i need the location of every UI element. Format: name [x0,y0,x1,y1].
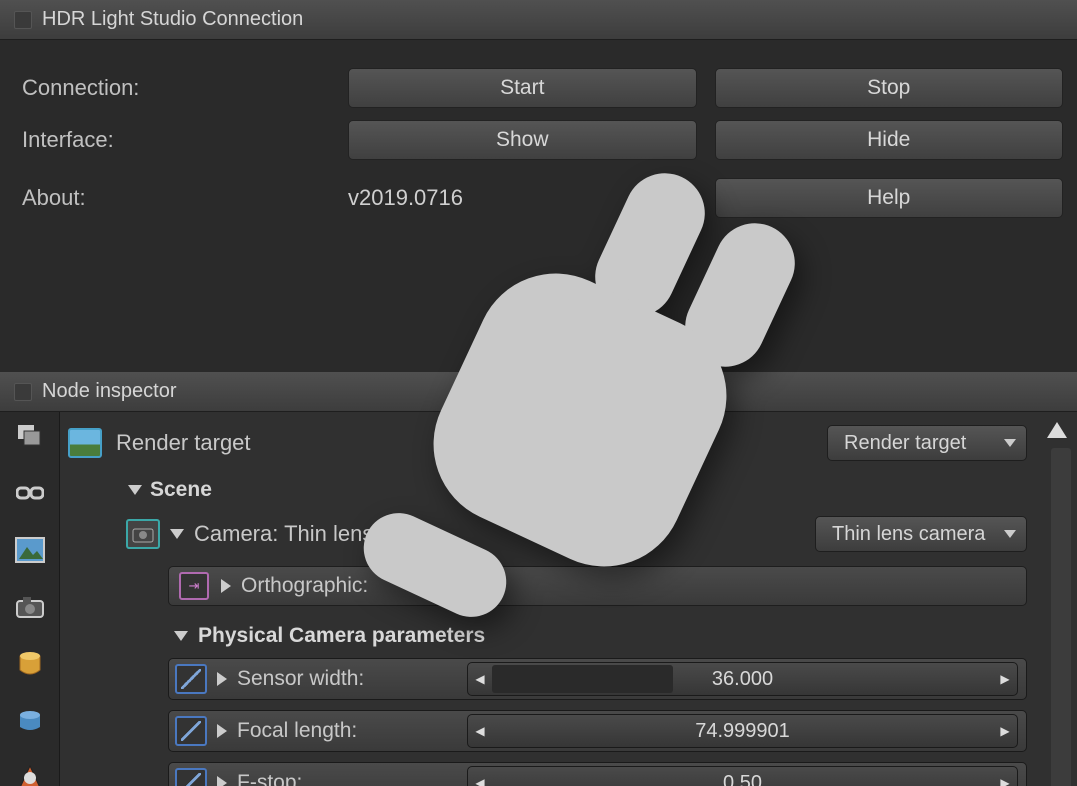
app-root: HDR Light Studio Connection Connection: … [0,0,1077,786]
scene-header[interactable]: Scene [128,478,1067,502]
hdr-panel-checkbox[interactable] [14,11,32,29]
disclosure-right-icon[interactable] [217,672,227,686]
focal-length-spinner[interactable]: 74.999901 [467,714,1018,748]
camera-type-dropdown[interactable]: Thin lens camera [815,516,1027,552]
hdr-panel-title: HDR Light Studio Connection [42,8,303,31]
hide-button[interactable]: Hide [715,120,1064,160]
help-button[interactable]: Help [715,178,1064,218]
scene-section: Scene [128,478,1067,502]
f-stop-spinner[interactable]: 0.50 [467,766,1018,786]
chevron-down-icon [1004,530,1016,538]
scroll-up-icon[interactable] [1047,422,1067,438]
hdr-panel-header: HDR Light Studio Connection [0,0,1077,40]
curve-pin-icon[interactable] [175,716,207,746]
scene-label: Scene [150,478,212,502]
sensor-width-label: Sensor width: [237,667,364,691]
spinner-decrement-icon[interactable] [468,715,492,747]
physical-camera-header[interactable]: Physical Camera parameters [174,624,1067,648]
disclosure-down-icon[interactable] [170,529,184,539]
about-row: About: v2019.0716 Help [22,172,1063,224]
render-target-row: Render target Render target [68,422,1067,464]
inspector-sidebar [0,412,60,786]
inspector-main: Render target Render target Scene [60,412,1077,786]
interface-label: Interface: [22,127,348,153]
spinner-decrement-icon[interactable] [468,767,492,786]
focal-length-value: 74.999901 [492,720,993,743]
spinner-increment-icon[interactable] [993,663,1017,695]
camera-node-icon[interactable] [126,519,160,549]
f-stop-row: F-stop: 0.50 [168,762,1027,786]
spinner-increment-icon[interactable] [993,715,1017,747]
f-stop-label: F-stop: [237,771,302,786]
interface-row: Interface: Show Hide [22,114,1063,166]
spinner-decrement-icon[interactable] [468,663,492,695]
node-inspector-header: Node inspector [0,372,1077,412]
hdr-panel-body: Connection: Start Stop Interface: Show H… [0,40,1077,254]
version-text: v2019.0716 [348,185,697,211]
stack-icon[interactable] [13,422,47,451]
stop-button[interactable]: Stop [715,68,1064,108]
render-target-thumb-icon[interactable] [68,428,102,458]
focal-length-row: Focal length: 74.999901 [168,710,1027,752]
material-icon[interactable] [13,649,47,678]
orthographic-checkbox[interactable] [476,573,502,599]
camera-row: Camera: Thin lens cam Thin lens camera [126,514,1067,554]
curve-pin-icon[interactable] [175,768,207,786]
show-button[interactable]: Show [348,120,697,160]
disclosure-right-icon[interactable] [217,724,227,738]
about-label: About: [22,185,348,211]
node-inspector-title: Node inspector [42,380,177,403]
disclosure-down-icon [128,485,142,495]
node-inspector-panel: Node inspector [0,372,1077,786]
curve-pin-icon[interactable] [175,664,207,694]
render-target-dropdown-value: Render target [844,432,966,455]
disclosure-right-icon[interactable] [217,776,227,786]
f-stop-value: 0.50 [492,772,993,786]
chevron-down-icon [1004,439,1016,447]
camera-label: Camera: Thin lens cam [194,521,805,547]
start-button[interactable]: Start [348,68,697,108]
camera-type-value: Thin lens camera [832,523,985,546]
node-inspector-checkbox[interactable] [14,383,32,401]
link-icon[interactable] [13,479,47,508]
physical-camera-label: Physical Camera parameters [198,624,485,648]
orthographic-pin-icon[interactable]: ⇥ [179,572,209,600]
connection-label: Connection: [22,75,348,101]
connection-row: Connection: Start Stop [22,62,1063,114]
node-inspector-body: Render target Render target Scene [0,412,1077,786]
environment-icon[interactable] [13,706,47,735]
spinner-increment-icon[interactable] [993,767,1017,786]
geometry-icon[interactable] [13,763,47,786]
orthographic-label: Orthographic: [241,574,368,598]
sensor-width-spinner[interactable]: 36.000 [467,662,1018,696]
focal-length-label: Focal length: [237,719,357,743]
render-target-dropdown[interactable]: Render target [827,425,1027,461]
sensor-width-row: Sensor width: 36.000 [168,658,1027,700]
disclosure-down-icon [174,631,188,641]
camera-icon[interactable] [13,593,47,622]
render-target-label: Render target [116,430,827,456]
scrollbar[interactable] [1051,448,1071,786]
orthographic-row: ⇥ Orthographic: [168,566,1027,606]
disclosure-right-icon[interactable] [221,579,231,593]
image-icon[interactable] [13,536,47,565]
